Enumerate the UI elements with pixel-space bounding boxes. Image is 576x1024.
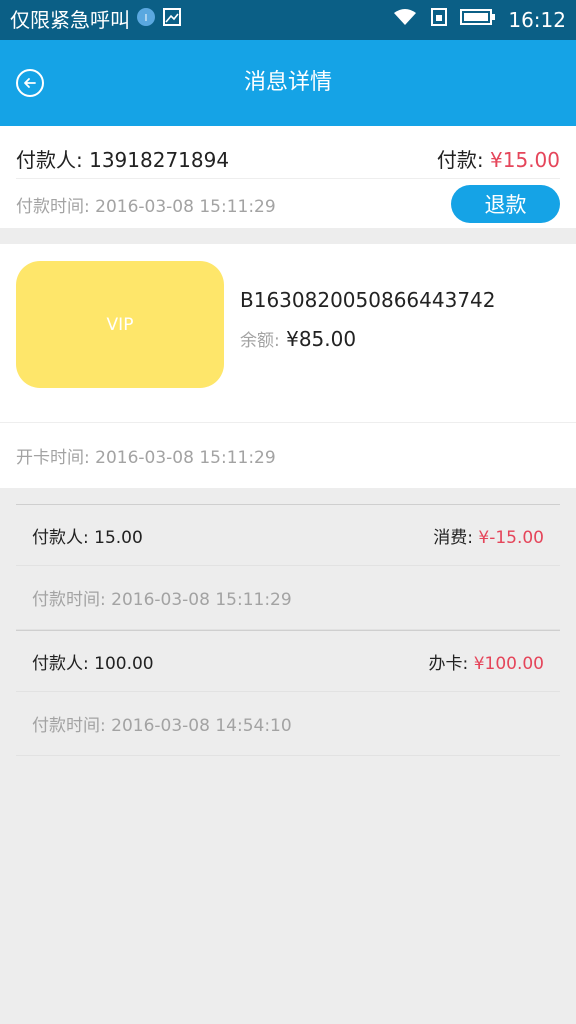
payment-summary: 付款人: 13918271894 付款: ¥15.00 付款时间: 2016-0… bbox=[0, 126, 576, 228]
record-payer-value: 15.00 bbox=[94, 527, 143, 548]
record-type-label: 消费: bbox=[433, 527, 473, 548]
payment-time-value: 2016-03-08 15:11:29 bbox=[95, 196, 276, 217]
open-time-label: 开卡时间: bbox=[16, 448, 90, 468]
payer-label: 付款人: bbox=[16, 147, 83, 172]
sim-icon bbox=[430, 6, 448, 34]
status-right: 16:12 bbox=[392, 6, 566, 34]
record-payer-value: 100.00 bbox=[94, 653, 154, 674]
record-type-value: ¥100.00 bbox=[473, 653, 544, 674]
record-time: 付款时间: 2016-03-08 15:11:29 bbox=[32, 585, 292, 610]
wifi-icon bbox=[392, 6, 418, 34]
record-payer: 付款人: 100.00 bbox=[32, 649, 154, 674]
record-time-label: 付款时间: bbox=[32, 590, 106, 610]
record-bottom: 付款时间: 2016-03-08 15:11:29 bbox=[16, 566, 560, 630]
payment-time-row: 付款时间: 2016-03-08 15:11:29 退款 bbox=[16, 182, 560, 226]
open-time-row: 开卡时间: 2016-03-08 15:11:29 bbox=[0, 422, 576, 489]
amount-value: ¥15.00 bbox=[490, 147, 560, 172]
record-list: 付款人: 15.00 消费: ¥-15.00 付款时间: 2016-03-08 … bbox=[16, 504, 560, 756]
amount-label: 付款: bbox=[436, 147, 484, 172]
record-type-label: 办卡: bbox=[428, 653, 469, 674]
record-type: 消费: ¥-15.00 bbox=[433, 523, 544, 548]
status-left: 仅限紧急呼叫 I bbox=[10, 6, 182, 34]
payment-row: 付款人: 13918271894 付款: ¥15.00 bbox=[16, 138, 560, 179]
record-bottom: 付款时间: 2016-03-08 14:54:10 bbox=[16, 692, 560, 756]
record-time-value: 2016-03-08 15:11:29 bbox=[111, 590, 292, 610]
card-number: B1630820050866443742 bbox=[240, 288, 496, 312]
record-time-label: 付款时间: bbox=[32, 716, 106, 736]
card-balance: 余额: ¥85.00 bbox=[240, 326, 356, 351]
status-bar: 仅限紧急呼叫 I 16:12 bbox=[0, 0, 576, 40]
vip-card[interactable]: VIP bbox=[16, 261, 224, 388]
svg-text:I: I bbox=[145, 13, 148, 24]
record-top: 付款人: 100.00 办卡: ¥100.00 bbox=[16, 631, 560, 692]
payment-time-label: 付款时间: bbox=[16, 196, 90, 217]
card-section: VIP B1630820050866443742 余额: ¥85.00 开卡时间… bbox=[0, 244, 576, 488]
carrier-text: 仅限紧急呼叫 bbox=[10, 8, 130, 32]
refund-button[interactable]: 退款 bbox=[451, 185, 560, 223]
record-payer: 付款人: 15.00 bbox=[32, 523, 143, 548]
payer-info: 付款人: 13918271894 bbox=[16, 144, 229, 173]
page-title: 消息详情 bbox=[243, 70, 332, 95]
battery-icon bbox=[460, 6, 496, 34]
record-payer-label: 付款人: bbox=[32, 527, 89, 548]
clock: 16:12 bbox=[508, 8, 566, 32]
record-payer-label: 付款人: bbox=[32, 653, 89, 674]
record-top: 付款人: 15.00 消费: ¥-15.00 bbox=[16, 505, 560, 566]
payer-value: 13918271894 bbox=[89, 147, 230, 172]
record-time: 付款时间: 2016-03-08 14:54:10 bbox=[32, 711, 292, 736]
vip-card-label: VIP bbox=[106, 314, 134, 335]
record-item: 付款人: 15.00 消费: ¥-15.00 付款时间: 2016-03-08 … bbox=[16, 504, 560, 630]
notification-app-icon: I bbox=[136, 6, 156, 34]
record-type: 办卡: ¥100.00 bbox=[429, 649, 544, 674]
record-type-value: ¥-15.00 bbox=[478, 527, 544, 548]
payment-time: 付款时间: 2016-03-08 15:11:29 bbox=[16, 192, 276, 217]
balance-label: 余额: bbox=[240, 331, 280, 351]
record-time-value: 2016-03-08 14:54:10 bbox=[111, 716, 292, 736]
balance-value: ¥85.00 bbox=[286, 327, 357, 351]
open-time: 开卡时间: 2016-03-08 15:11:29 bbox=[16, 443, 276, 468]
open-time-value: 2016-03-08 15:11:29 bbox=[95, 448, 276, 468]
image-icon bbox=[162, 6, 182, 34]
app-header: 消息详情 bbox=[0, 40, 576, 126]
record-item: 付款人: 100.00 办卡: ¥100.00 付款时间: 2016-03-08… bbox=[16, 630, 560, 756]
amount-info: 付款: ¥15.00 bbox=[437, 144, 560, 173]
